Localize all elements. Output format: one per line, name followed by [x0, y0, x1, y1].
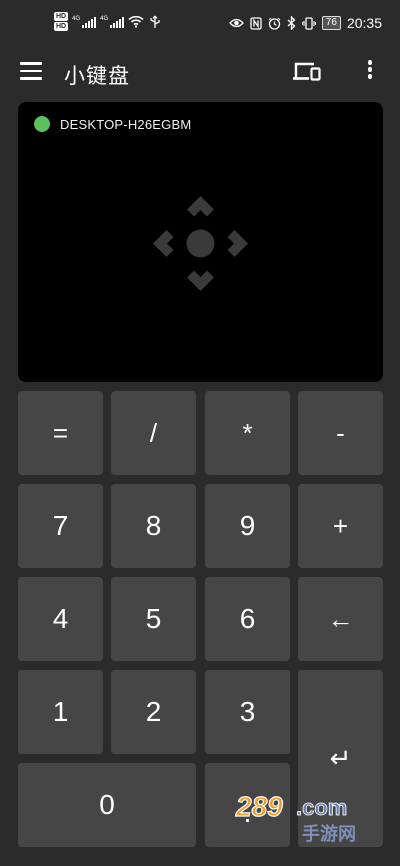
key-6[interactable]: 6 — [205, 577, 290, 661]
key-enter[interactable]: ↵ — [298, 670, 383, 847]
status-bar-left: HD HD 4G 4G — [54, 12, 162, 31]
bluetooth-icon — [287, 16, 296, 30]
more-dot-icon — [367, 67, 373, 72]
more-dot-icon — [367, 60, 373, 65]
more-dot-icon — [367, 74, 373, 79]
signal-1: 4G — [72, 15, 97, 28]
nfc-icon — [250, 16, 262, 30]
connected-device: DESKTOP-H26EGBM — [34, 116, 191, 132]
move-cursor-icon — [153, 196, 248, 291]
eye-comfort-icon — [228, 18, 244, 28]
signal-2: 4G — [100, 15, 125, 28]
touchpad-area[interactable]: DESKTOP-H26EGBM — [18, 102, 383, 382]
hamburger-icon-line-1 — [20, 62, 42, 65]
devices-button[interactable] — [292, 60, 322, 84]
more-options-button[interactable] — [360, 60, 380, 84]
key-3[interactable]: 3 — [205, 670, 290, 754]
key-plus[interactable]: + — [298, 484, 383, 568]
key-5[interactable]: 5 — [111, 577, 196, 661]
signal-bars-1-icon — [82, 16, 97, 28]
key-decimal[interactable]: . — [205, 763, 290, 847]
key-equals[interactable]: = — [18, 391, 103, 475]
usb-tether-icon — [150, 15, 160, 28]
app-bar: 小键盘 — [0, 48, 400, 96]
connection-status-dot — [34, 116, 50, 132]
key-minus[interactable]: - — [298, 391, 383, 475]
status-bar: HD HD 4G 4G 76 20:35 — [0, 0, 400, 48]
network-type-2: 4G — [100, 15, 109, 22]
key-7[interactable]: 7 — [18, 484, 103, 568]
hamburger-icon-line-2 — [20, 69, 42, 72]
key-4[interactable]: 4 — [18, 577, 103, 661]
key-backspace[interactable]: ← — [298, 577, 383, 661]
key-8[interactable]: 8 — [111, 484, 196, 568]
hd-badge-2: HD — [54, 22, 69, 31]
key-multiply[interactable]: * — [205, 391, 290, 475]
wifi-icon — [128, 15, 144, 28]
hamburger-icon-line-3 — [20, 77, 42, 80]
key-divide[interactable]: / — [111, 391, 196, 475]
key-0[interactable]: 0 — [18, 763, 196, 847]
network-type-1: 4G — [72, 15, 81, 22]
battery-level: 76 — [321, 16, 341, 30]
page-title: 小键盘 — [64, 65, 130, 88]
hd-badge-1: HD — [54, 12, 69, 21]
key-1[interactable]: 1 — [18, 670, 103, 754]
signal-bars-2-icon — [110, 16, 125, 28]
status-bar-right: 76 20:35 — [228, 15, 382, 31]
key-9[interactable]: 9 — [205, 484, 290, 568]
device-name: DESKTOP-H26EGBM — [60, 116, 192, 132]
menu-button[interactable] — [20, 62, 42, 82]
clock-time: 20:35 — [346, 15, 382, 31]
devices-icon — [293, 62, 321, 81]
hd-indicators: HD HD — [54, 12, 69, 31]
vibrate-icon — [301, 16, 316, 30]
key-2[interactable]: 2 — [111, 670, 196, 754]
alarm-icon — [268, 17, 281, 30]
